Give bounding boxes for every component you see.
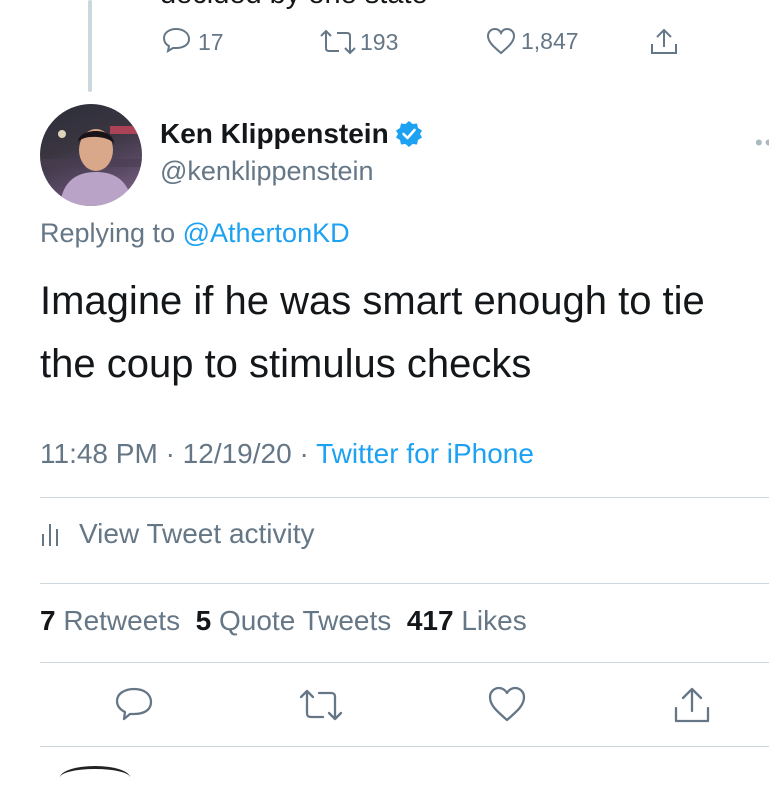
quotes-count: 5 [195, 605, 212, 636]
replying-to-prefix: Replying to [40, 218, 176, 248]
parent-reply-button[interactable]: 17 [160, 26, 224, 58]
likes-count: 417 [406, 605, 454, 636]
divider [40, 746, 769, 747]
author-name-row: Ken Klippenstein [160, 118, 423, 150]
likes-label: Likes [461, 605, 527, 636]
activity-label: View Tweet activity [79, 518, 315, 549]
more-icon[interactable]: •• [755, 130, 769, 156]
like-icon [488, 686, 526, 722]
retweets-label: Retweets [63, 605, 181, 636]
verified-badge-icon [395, 120, 423, 148]
tweet-time: 11:48 PM [40, 438, 158, 469]
reply-button[interactable] [113, 684, 155, 731]
like-button[interactable] [486, 684, 528, 729]
next-tweet-avatar-edge [60, 766, 130, 789]
tweet-source[interactable]: Twitter for iPhone [316, 438, 534, 469]
retweets-count: 7 [40, 605, 56, 636]
quotes-label: Quote Tweets [219, 605, 392, 636]
parent-like-count: 1,847 [521, 27, 579, 54]
parent-like-button[interactable]: 1,847 [485, 26, 579, 56]
tweet-date: 12/19/20 [182, 438, 292, 469]
replying-to: Replying to @AthertonKD [40, 218, 350, 249]
share-icon [674, 687, 710, 723]
share-button[interactable] [671, 684, 713, 731]
reply-icon [162, 27, 191, 54]
share-icon [651, 28, 677, 54]
tweet-stats: 7 Retweets 5 Quote Tweets 417 Likes [40, 605, 527, 637]
parent-retweet-button[interactable]: 193 [318, 26, 398, 58]
parent-tweet-text: decided by one state [160, 0, 428, 11]
divider [40, 662, 769, 663]
avatar[interactable] [40, 104, 142, 206]
author-name[interactable]: Ken Klippenstein [160, 118, 389, 150]
quotes-stat[interactable]: 5 Quote Tweets [196, 605, 392, 636]
parent-reply-count: 17 [198, 28, 224, 55]
divider [40, 583, 769, 584]
parent-retweet-count: 193 [360, 28, 399, 55]
tweet-text-line-2: the coup to stimulus checks [40, 342, 532, 386]
likes-stat[interactable]: 417 Likes [407, 605, 527, 636]
meta-separator: · [299, 438, 309, 469]
author-handle[interactable]: @kenklippenstein [160, 156, 374, 187]
retweet-icon [299, 689, 343, 721]
retweets-stat[interactable]: 7 Retweets [40, 605, 180, 636]
meta-separator: · [165, 438, 175, 469]
parent-share-button[interactable] [648, 26, 680, 58]
divider [40, 497, 769, 498]
tweet-text-line-1: Imagine if he was smart enough to tie [40, 279, 705, 323]
thread-line [88, 0, 92, 92]
replying-to-handle[interactable]: @AthertonKD [183, 218, 350, 248]
like-icon [486, 27, 516, 55]
retweet-icon [320, 29, 356, 55]
retweet-button[interactable] [298, 684, 344, 731]
view-tweet-activity[interactable]: View Tweet activity [40, 518, 315, 550]
tweet-meta: 11:48 PM · 12/19/20 · Twitter for iPhone [40, 438, 534, 470]
activity-bars-icon [42, 524, 58, 546]
tweet-text: Imagine if he was smart enough to tie th… [40, 270, 760, 396]
reply-icon [115, 687, 153, 721]
